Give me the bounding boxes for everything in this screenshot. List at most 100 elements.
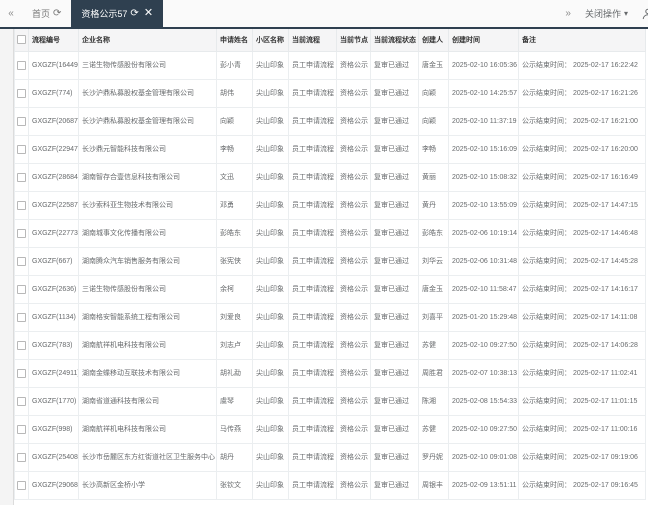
refresh-icon[interactable]: ⟳ (130, 8, 138, 19)
flow-table: 流程编号 企业名称 申请姓名 小区名称 当前流程 当前节点 当前流程状态 创建人 创建时间 备注 … (14, 29, 646, 500)
user-menu[interactable] (642, 8, 648, 20)
table-row[interactable]: GXGZF(998) 湖南航祥机电科技有限公司 马传燕 尖山印象 员工申请流程 资格公示复… (14, 414, 646, 444)
tab-home[interactable]: 首页 ⟳ (22, 0, 71, 27)
table-cell: 尖山印象 (252, 386, 289, 416)
table-cell: 刘华云 (418, 246, 449, 276)
row-checkbox[interactable] (17, 116, 26, 126)
table-row[interactable]: GXGZF(20687) 长沙沪鼎私募股权基金管理有限公司 向颖 尖山印象 员工申请流程… (14, 106, 646, 136)
table-cell: 唐金玉 (418, 50, 449, 80)
row-checkbox[interactable] (17, 172, 26, 182)
table-cell: 资格公示 (336, 414, 371, 444)
table-cell: 湖南金蝶移动互联技术有限公司 (78, 358, 217, 388)
table-cell: 尖山印象 (252, 414, 289, 444)
table-row[interactable]: GXGZF(667) 湖南腾众汽车销售服务有限公司 张宪侠 尖山印象 员工申请流程 资格公… (14, 246, 646, 276)
close-icon[interactable]: ✕ (144, 8, 153, 19)
tab-qualification-label: 资格公示57 (81, 9, 128, 19)
row-checkbox[interactable] (17, 228, 26, 238)
table-cell: 张宪侠 (216, 246, 253, 276)
table-cell: 复审已通过 (370, 386, 419, 416)
table-cell: 陈湘 (418, 386, 449, 416)
table-cell: 资格公示 (336, 442, 371, 472)
tab-qualification-publicity[interactable]: 资格公示57 ⟳ ✕ (71, 0, 164, 27)
table-row[interactable]: GXGZF(22947) 长沙鼎元智能科技有限公司 李畅 尖山印象 员工申请流程 资格公示… (14, 134, 646, 164)
table-row[interactable]: GXGZF(22773) 湖南城事文化传播有限公司 彭皓东 尖山印象 员工申请流程 资格公… (14, 218, 646, 248)
table-row[interactable]: GXGZF(29068) 长沙高新区金桥小学 张钦文 尖山印象 员工申请流程 资格公示 复审… (14, 470, 646, 500)
table-cell: 2025-02-09 13:51:11 (448, 470, 519, 500)
row-checkbox[interactable] (17, 312, 26, 322)
table-cell: 唐金玉 (418, 274, 449, 304)
table-row[interactable]: GXGZF(783) 湖南航祥机电科技有限公司 刘志卢 尖山印象 员工申请流程 资格公示复… (14, 330, 646, 360)
row-checkbox[interactable] (17, 88, 26, 98)
table-row[interactable]: GXGZF(22587) 长沙索科亚生物技术有限公司 邓勇 尖山印象 员工申请流程 资格公… (14, 190, 646, 220)
column-header: 当前节点 (336, 29, 371, 52)
table-cell: 复审已通过 (370, 106, 419, 136)
table-cell: 长沙索科亚生物技术有限公司 (78, 190, 217, 220)
table-panel: 流程编号 企业名称 申请姓名 小区名称 当前流程 当前节点 当前流程状态 创建人 创建时间 备注 … (14, 29, 648, 505)
row-checkbox[interactable] (17, 60, 26, 70)
table-cell: 张钦文 (216, 470, 253, 500)
row-checkbox[interactable] (17, 256, 26, 266)
row-checkbox[interactable] (17, 396, 26, 406)
refresh-icon[interactable]: ⟳ (53, 8, 61, 19)
table-cell: 向颖 (418, 78, 449, 108)
table-cell: 尖山印象 (252, 330, 289, 360)
row-checkbox[interactable] (17, 200, 26, 210)
table-cell: 长沙沪鼎私募股权基金管理有限公司 (78, 78, 217, 108)
table-cell: 资格公示 (336, 274, 371, 304)
table-cell: GXGZF(28684) (28, 162, 79, 192)
row-checkbox[interactable] (17, 368, 26, 378)
select-all-checkbox[interactable] (17, 35, 26, 45)
table-cell: 复审已通过 (370, 274, 419, 304)
table-row[interactable]: GXGZF(28684) 湖南智存合壹信息科技有限公司 文迅 尖山印象 员工申请流程 资格… (14, 162, 646, 192)
table-cell: 复审已通过 (370, 218, 419, 248)
row-checkbox[interactable] (17, 284, 26, 294)
table-cell: GXGZF(22587) (28, 190, 79, 220)
table-cell: 湖南格安智能系统工程有限公司 (78, 302, 217, 332)
user-icon (642, 8, 648, 19)
table-cell: 苏健 (418, 330, 449, 360)
table-cell: 公示结束时间： 2025-02-17 14:16:17 (518, 274, 646, 304)
table-cell: 黄丽 (418, 162, 449, 192)
table-cell: 2025-02-10 09:01:08 (448, 442, 519, 472)
collapse-sidebar-icon[interactable]: « (0, 0, 22, 27)
table-row[interactable]: GXGZF(25408) 长沙市岳麓区东方红街道社区卫生服务中心 胡丹 尖山印象 员工申… (14, 442, 646, 472)
row-checkbox[interactable] (17, 452, 26, 462)
table-row[interactable]: GXGZF(24911) 湖南金蝶移动互联技术有限公司 胡礼勐 尖山印象 员工申请流程资… (14, 358, 646, 388)
table-cell: 复审已通过 (370, 78, 419, 108)
table-cell: GXGZF(22773) (28, 218, 79, 248)
table-row[interactable]: GXGZF(2636) 三诺生物传感股份有限公司 余柯 尖山印象 员工申请流程 资格公示复… (14, 274, 646, 304)
close-operations-dropdown[interactable]: 关闭操作 ▾ (585, 7, 628, 20)
row-checkbox[interactable] (17, 424, 26, 434)
table-cell: 资格公示 (336, 386, 371, 416)
table-cell: 员工申请流程 (288, 330, 337, 360)
table-cell: 余柯 (216, 274, 253, 304)
table-cell: 尖山印象 (252, 358, 289, 388)
table-cell: 刘爱良 (216, 302, 253, 332)
table-cell: 资格公示 (336, 162, 371, 192)
table-cell: 员工申请流程 (288, 386, 337, 416)
table-cell: 公示结束时间： 2025-02-17 14:11:08 (518, 302, 646, 332)
row-checkbox[interactable] (17, 144, 26, 154)
table-cell: 彭皓东 (418, 218, 449, 248)
table-cell: 资格公示 (336, 106, 371, 136)
table-cell: 公示结束时间： 2025-02-17 16:21:26 (518, 78, 646, 108)
main-area: 流程编号 企业名称 申请姓名 小区名称 当前流程 当前节点 当前流程状态 创建人 创建时间 备注 … (0, 29, 648, 505)
table-cell: GXGZF(22947) (28, 134, 79, 164)
table-cell: 复审已通过 (370, 302, 419, 332)
table-row[interactable]: GXGZF(1134) 湖南格安智能系统工程有限公司 刘爱良 尖山印象 员工申请流程 资格… (14, 302, 646, 332)
table-cell: 公示结束时间： 2025-02-17 14:47:15 (518, 190, 646, 220)
table-cell: 湖南城事文化传播有限公司 (78, 218, 217, 248)
table-cell: 长沙高新区金桥小学 (78, 470, 217, 500)
table-row[interactable]: GXGZF(1770) 湖南省道通科技有限公司 虞琴 尖山印象 员工申请流程 资格公示 复审… (14, 386, 646, 416)
row-checkbox[interactable] (17, 480, 26, 490)
row-checkbox[interactable] (17, 340, 26, 350)
table-row[interactable]: GXGZF(774) 长沙沪鼎私募股权基金管理有限公司 胡伟 尖山印象 员工申请流程 资格… (14, 78, 646, 108)
table-cell: 2025-02-10 11:58:47 (448, 274, 519, 304)
close-operations-label: 关闭操作 (584, 9, 621, 19)
table-cell: 尖山印象 (252, 106, 289, 136)
expand-tabs-icon[interactable]: » (565, 8, 571, 19)
table-cell: 公示结束时间： 2025-02-17 14:06:28 (518, 330, 646, 360)
table-cell: 湖南腾众汽车销售服务有限公司 (78, 246, 217, 276)
table-row[interactable]: GXGZF(16449) 三诺生物传感股份有限公司 彭小青 尖山印象 员工申请流程 资格公… (14, 50, 646, 80)
collapsed-sidebar-strip[interactable] (0, 29, 14, 505)
